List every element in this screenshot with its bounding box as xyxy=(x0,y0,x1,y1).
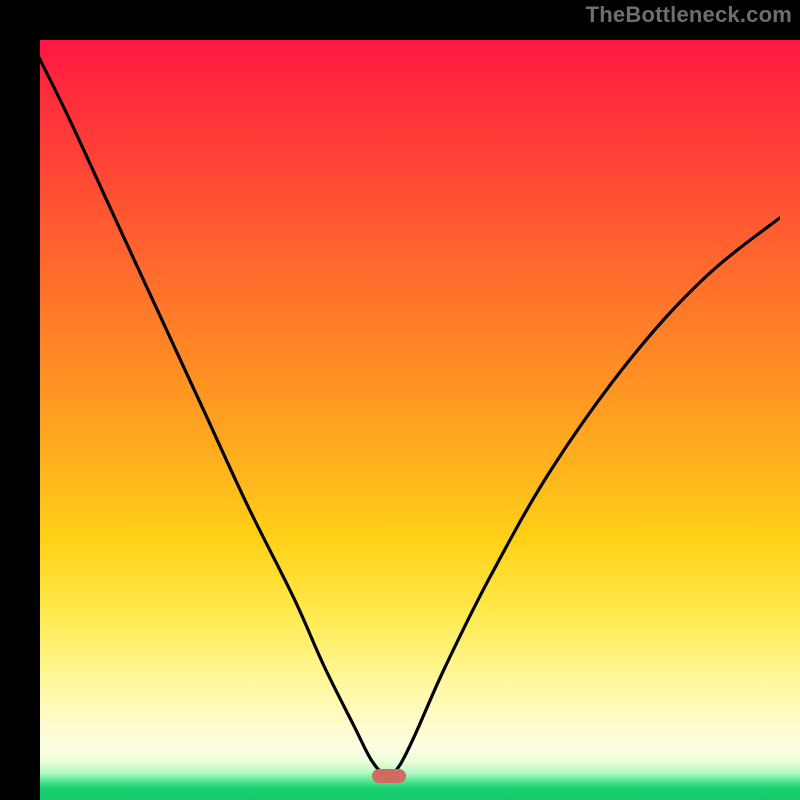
minimum-marker xyxy=(372,769,406,783)
bottleneck-curve-path xyxy=(20,20,780,777)
chart-frame xyxy=(20,20,780,780)
bottleneck-curve xyxy=(20,20,780,780)
watermark-text: TheBottleneck.com xyxy=(586,2,792,28)
